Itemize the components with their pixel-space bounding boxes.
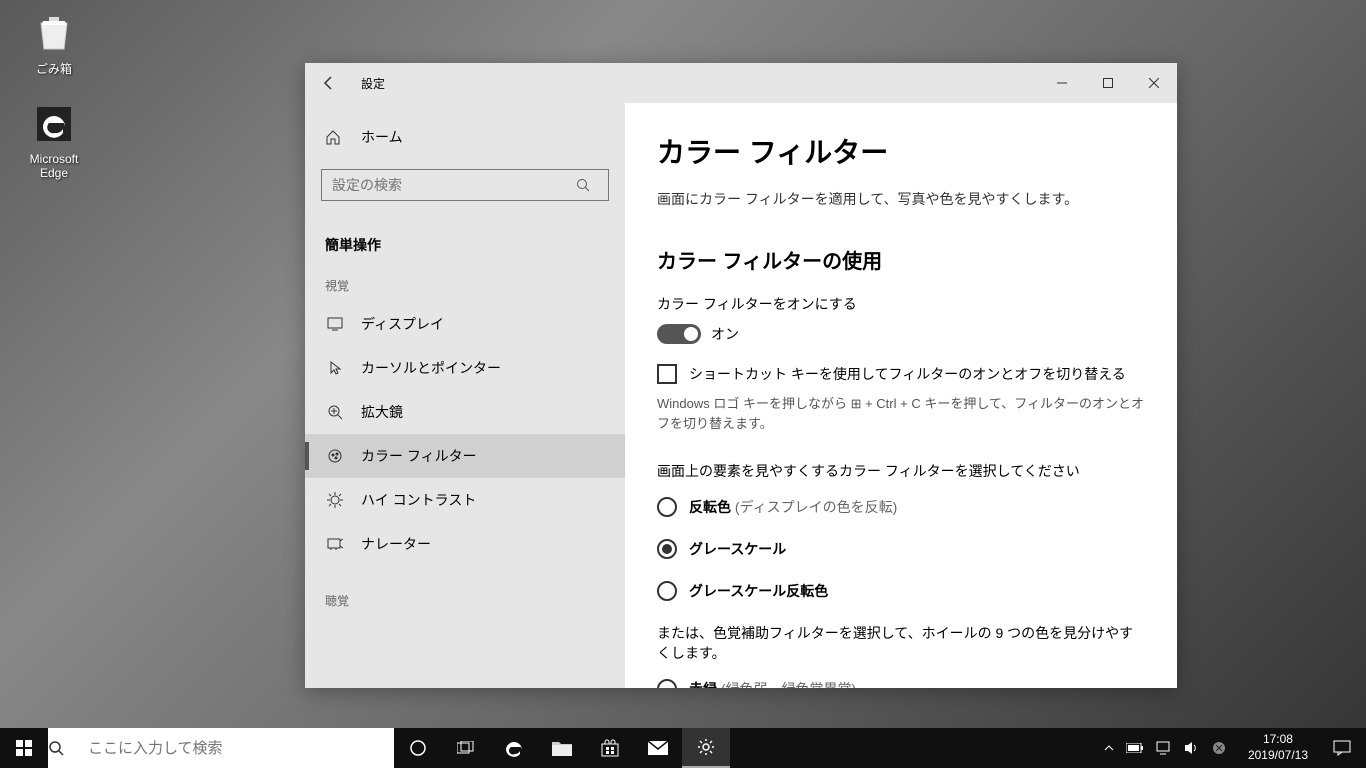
sidebar-category-hearing: 聴覚	[305, 580, 625, 617]
radio-button[interactable]	[657, 679, 677, 688]
content-area: カラー フィルター 画面にカラー フィルターを適用して、写真や色を見やすくします…	[625, 103, 1177, 688]
sidebar-item-cursor[interactable]: カーソルとポインター	[305, 346, 625, 390]
radio-grayscale-inverted[interactable]: グレースケール反転色	[657, 581, 1145, 601]
taskbar-app-store[interactable]	[586, 728, 634, 768]
taskbar-app-mail[interactable]	[634, 728, 682, 768]
start-button[interactable]	[0, 728, 48, 768]
cvd-select-label: または、色覚補助フィルターを選択して、ホイールの 9 つの色を見分けやすくします…	[657, 623, 1145, 663]
narrator-icon	[325, 536, 345, 552]
sidebar-home[interactable]: ホーム	[305, 117, 625, 157]
toggle-title: カラー フィルターをオンにする	[657, 294, 1145, 314]
sidebar-category-visual: 視覚	[305, 265, 625, 302]
search-icon	[48, 740, 88, 756]
desktop-icon-recycle-bin[interactable]: ごみ箱	[16, 8, 92, 77]
sidebar-item-high-contrast[interactable]: ハイ コントラスト	[305, 478, 625, 522]
back-button[interactable]	[305, 63, 353, 103]
radio-label: 赤緑 (緑色弱、緑色覚異常)	[689, 679, 856, 688]
sidebar-section-header: 簡単操作	[305, 225, 625, 265]
task-view-button[interactable]	[442, 728, 490, 768]
radio-button[interactable]	[657, 497, 677, 517]
sidebar-item-label: 拡大鏡	[361, 402, 403, 422]
settings-search[interactable]	[321, 169, 609, 201]
system-tray	[1092, 728, 1238, 768]
tray-volume-icon[interactable]	[1178, 741, 1206, 755]
high-contrast-icon	[325, 492, 345, 508]
filter-select-label: 画面上の要素を見やすくするカラー フィルターを選択してください	[657, 461, 1145, 481]
taskbar-search-input[interactable]	[88, 740, 394, 757]
minimize-button[interactable]	[1039, 63, 1085, 103]
taskbar-clock[interactable]: 17:08 2019/07/13	[1238, 728, 1318, 768]
sidebar: ホーム 簡単操作 視覚 ディスプレイ カーソルとポインター 拡大鏡	[305, 103, 625, 688]
recycle-bin-icon	[30, 8, 78, 56]
desktop-icon-label: Microsoft Edge	[16, 152, 92, 180]
radio-button[interactable]	[657, 539, 677, 559]
radio-label: グレースケール	[689, 539, 786, 559]
tray-ime-icon[interactable]	[1206, 741, 1232, 755]
shortcut-hint: Windows ロゴ キーを押しながら ⊞ + Ctrl + C キーを押して、…	[657, 394, 1145, 433]
cortana-button[interactable]	[394, 728, 442, 768]
color-filter-toggle[interactable]	[657, 324, 701, 344]
close-button[interactable]	[1131, 63, 1177, 103]
radio-label: 反転色 (ディスプレイの色を反転)	[689, 497, 897, 517]
home-icon	[325, 129, 345, 145]
sidebar-home-label: ホーム	[361, 127, 403, 147]
tray-network-icon[interactable]	[1150, 741, 1178, 755]
maximize-button[interactable]	[1085, 63, 1131, 103]
taskbar-app-settings[interactable]	[682, 728, 730, 768]
radio-red-green[interactable]: 赤緑 (緑色弱、緑色覚異常)	[657, 679, 1145, 688]
shortcut-checkbox-label: ショートカット キーを使用してフィルターのオンとオフを切り替える	[689, 364, 1126, 384]
taskbar-app-explorer[interactable]	[538, 728, 586, 768]
titlebar: 設定	[305, 63, 1177, 103]
clock-time: 17:08	[1248, 732, 1308, 748]
window-title: 設定	[361, 75, 385, 92]
tray-battery-icon[interactable]	[1120, 743, 1150, 753]
radio-grayscale[interactable]: グレースケール	[657, 539, 1145, 559]
settings-search-input[interactable]	[322, 177, 576, 193]
sidebar-item-label: カラー フィルター	[361, 446, 477, 466]
radio-button[interactable]	[657, 581, 677, 601]
taskbar-app-edge[interactable]	[490, 728, 538, 768]
sidebar-item-display[interactable]: ディスプレイ	[305, 302, 625, 346]
action-center-button[interactable]	[1318, 728, 1366, 768]
taskbar-search[interactable]	[48, 728, 394, 768]
clock-date: 2019/07/13	[1248, 748, 1308, 764]
page-description: 画面にカラー フィルターを適用して、写真や色を見やすくします。	[657, 189, 1145, 209]
magnifier-icon	[325, 404, 345, 420]
sidebar-item-color-filter[interactable]: カラー フィルター	[305, 434, 625, 478]
sidebar-item-label: カーソルとポインター	[361, 358, 501, 378]
cursor-icon	[325, 360, 345, 376]
desktop-icon-edge[interactable]: Microsoft Edge	[16, 100, 92, 180]
sidebar-item-label: ディスプレイ	[361, 314, 444, 334]
display-icon	[325, 316, 345, 332]
page-title: カラー フィルター	[657, 131, 1145, 171]
taskbar: 17:08 2019/07/13	[0, 728, 1366, 768]
tray-chevron-icon[interactable]	[1098, 743, 1120, 753]
search-icon	[576, 178, 608, 192]
sidebar-item-narrator[interactable]: ナレーター	[305, 522, 625, 566]
settings-window: 設定 ホーム 簡単操作 視覚 ディスプレイ カーソルとポインター	[305, 63, 1177, 688]
toggle-state-label: オン	[711, 324, 739, 344]
radio-label: グレースケール反転色	[689, 581, 828, 601]
shortcut-checkbox[interactable]	[657, 364, 677, 384]
sidebar-item-magnifier[interactable]: 拡大鏡	[305, 390, 625, 434]
section-heading: カラー フィルターの使用	[657, 245, 1145, 274]
edge-icon	[30, 100, 78, 148]
desktop-icon-label: ごみ箱	[16, 60, 92, 77]
sidebar-item-label: ハイ コントラスト	[361, 490, 476, 510]
sidebar-item-label: ナレーター	[361, 534, 431, 554]
radio-inverted[interactable]: 反転色 (ディスプレイの色を反転)	[657, 497, 1145, 517]
color-filter-icon	[325, 448, 345, 464]
